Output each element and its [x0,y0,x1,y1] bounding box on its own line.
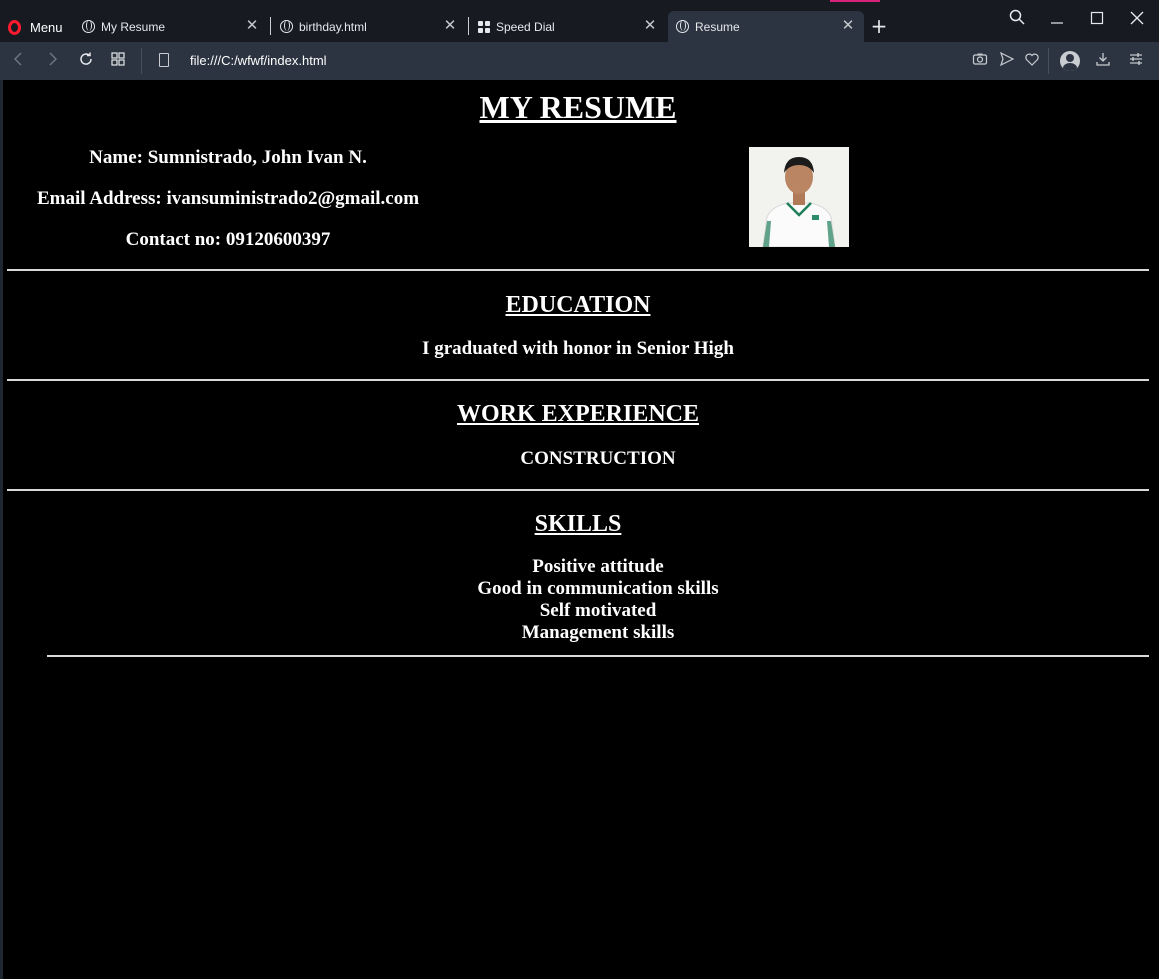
minimize-icon[interactable] [1045,8,1069,32]
globe-icon [280,20,293,33]
easy-setup-icon[interactable] [1126,51,1146,71]
education-text: I graduated with honor in Senior High [422,338,734,359]
profile-photo [749,147,849,247]
address-toolbar: file:///C:/wfwf/index.html [0,42,1159,80]
forward-icon[interactable] [42,51,62,71]
skill-item: Management skills [521,622,675,643]
skills-heading: SKILLS [534,511,622,537]
email-line: Email Address: ivansuministrado2@gmail.c… [36,188,420,209]
close-tab-icon[interactable]: ✕ [442,18,458,34]
browser-chrome: Menu My Resume ✕ birthday.html ✕ Speed D… [0,0,1159,80]
skills-list: Positive attitude Good in communication … [48,556,1148,644]
contact-line: Contact no: 09120600397 [125,229,331,250]
skill-item: Positive attitude [532,556,664,577]
opera-menu-button[interactable]: Menu [8,17,63,37]
download-icon[interactable] [1093,51,1113,71]
reload-icon[interactable] [76,51,96,71]
toolbar-separator [1048,48,1049,74]
heart-icon[interactable] [1022,51,1042,71]
tab-label: Speed Dial [496,19,555,34]
section-divider [7,379,1149,381]
tab-separator [468,17,469,35]
close-tab-icon[interactable]: ✕ [244,18,260,34]
tab-my-resume[interactable]: My Resume ✕ [74,11,268,42]
opera-logo-icon [8,19,21,35]
section-divider [47,655,1149,657]
tab-label: Resume [695,19,740,34]
skill-item: Good in communication skills [477,578,719,599]
tab-bar: Menu My Resume ✕ birthday.html ✕ Speed D… [0,0,1159,42]
tab-separator [270,17,271,35]
tab-indicator [830,0,880,2]
tab-label: My Resume [101,19,166,34]
close-window-icon[interactable] [1125,8,1149,32]
section-divider [7,489,1149,491]
search-tabs-icon[interactable] [1005,8,1029,32]
section-divider [7,269,1149,271]
toolbar-separator [141,48,142,74]
work-text: CONSTRUCTION [520,448,676,469]
tabs-grid-icon[interactable] [108,51,128,71]
file-icon [159,53,169,67]
tab-resume[interactable]: Resume ✕ [668,11,864,42]
new-tab-icon[interactable]: + [870,15,888,37]
work-heading: WORK EXPERIENCE [456,401,700,427]
profile-avatar-icon[interactable] [1060,51,1080,71]
speed-dial-icon [478,20,490,33]
maximize-icon[interactable] [1085,8,1109,32]
tab-birthday[interactable]: birthday.html ✕ [272,11,466,42]
menu-label: Menu [30,19,63,35]
education-heading: EDUCATION [505,292,651,318]
globe-icon [82,20,95,33]
name-line: Name: Sumnistrado, John Ivan N. [89,147,367,168]
globe-icon [676,20,689,33]
back-icon[interactable] [9,51,29,71]
skill-item: Self motivated [539,600,657,621]
tab-label: birthday.html [299,19,367,34]
send-icon[interactable] [997,51,1017,71]
camera-icon[interactable] [970,51,990,71]
address-bar[interactable]: file:///C:/wfwf/index.html [190,53,327,68]
tab-speed-dial[interactable]: Speed Dial ✕ [470,11,666,42]
page-title: MY RESUME [479,89,677,125]
resume-page: MY RESUME Name: Sumnistrado, John Ivan N… [3,80,1159,979]
close-tab-icon[interactable]: ✕ [642,18,658,34]
close-tab-icon[interactable]: ✕ [840,18,856,34]
